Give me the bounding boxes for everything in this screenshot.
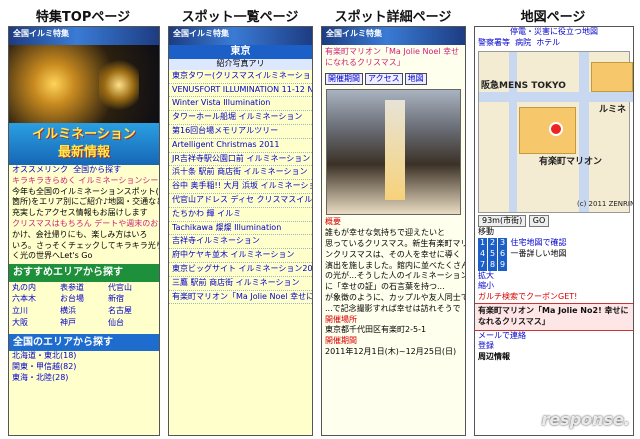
period-heading: 開催期間 bbox=[325, 336, 357, 346]
spot-list: 東京タワー(クリスマスイルミネーション2011) VENUSFORT ILLUM… bbox=[169, 70, 312, 305]
spot-link[interactable]: 浜十条 駅前 商店街 イルミネーション bbox=[169, 166, 312, 181]
region-link[interactable]: 東海・北陸(28) bbox=[9, 373, 159, 384]
go-button[interactable]: GO bbox=[528, 214, 550, 228]
spot-link[interactable]: 府中ケヤキ並木 イルミネーション bbox=[169, 249, 312, 263]
area-link[interactable]: 名古屋 bbox=[108, 306, 156, 317]
area-link[interactable]: 新宿 bbox=[108, 294, 156, 305]
hospital-link[interactable]: 病院 bbox=[515, 38, 531, 47]
mail-link[interactable]: メールで連絡 bbox=[475, 331, 633, 342]
spot-link[interactable]: 三鷹 駅前 商店街 イルミネーション bbox=[169, 277, 312, 291]
place-heading: 開催場所 bbox=[325, 314, 357, 324]
tab-period[interactable]: 開催期間 bbox=[325, 72, 363, 86]
map-copyright: (c) 2011 ZENRIN bbox=[577, 199, 634, 208]
area-link[interactable]: 六本木 bbox=[12, 294, 60, 305]
area-link[interactable]: 表参道 bbox=[60, 283, 108, 294]
area-link[interactable]: 立川 bbox=[12, 306, 60, 317]
zoom-out-link[interactable]: 縮小 bbox=[475, 281, 633, 292]
spot-link[interactable]: Tachikawa 燦燦 Illumination bbox=[169, 222, 312, 236]
area-link[interactable]: 代官山 bbox=[108, 283, 156, 294]
spot-link[interactable]: 東京ビッグサイト イルミネーション2011 bbox=[169, 263, 312, 277]
map-view[interactable]: 阪急MENS TOKYO 有楽町マリオン ルミネ (c) 2011 ZENRIN bbox=[478, 50, 633, 213]
spot-link[interactable]: 東京タワー(クリスマスイルミネーション2011) bbox=[169, 70, 312, 84]
region-link[interactable]: 関東・甲信越(82) bbox=[9, 362, 159, 373]
spot-link[interactable]: 谷中 奥手稲!! 大月 浜坂 イルミネーション bbox=[169, 180, 312, 194]
detail-map-note: 一番詳しい地図 bbox=[510, 248, 567, 258]
spot-link[interactable]: 第16回台場メモリアルツリー bbox=[169, 125, 312, 139]
spot-link[interactable]: 吉祥寺イルミネーション bbox=[169, 235, 312, 250]
housing-map-link[interactable]: 住宅地図で確認 bbox=[511, 238, 567, 247]
headline: イルミネーション 最新情報 bbox=[9, 123, 159, 165]
photo-legend: 紹介写真アリ bbox=[169, 59, 312, 70]
link-recommend[interactable]: オススメリンク bbox=[12, 165, 68, 174]
map-label: 阪急MENS TOKYO bbox=[481, 80, 566, 91]
tab-access[interactable]: アクセス bbox=[365, 72, 403, 86]
panel-feature-top: 全国イルミ特集 イルミネーション 最新情報 オススメリンク 全国から探す キラキ… bbox=[8, 26, 160, 436]
feature-banner[interactable]: 全国イルミ特集 bbox=[169, 27, 312, 45]
link-search-all[interactable]: 全国から探す bbox=[73, 165, 121, 174]
spot-link[interactable]: Winter Vista Illumination bbox=[169, 97, 312, 112]
move-key[interactable]: 1 bbox=[478, 238, 487, 249]
spot-link[interactable]: たちかわ 輝 イルミ bbox=[169, 208, 312, 222]
illumination-photo bbox=[9, 45, 159, 123]
region-link[interactable]: 北海道・東北(18) bbox=[9, 351, 159, 362]
map-label: ルミネ bbox=[599, 104, 627, 115]
move-label: 移動 bbox=[478, 227, 494, 237]
caption-list: スポット一覧ページ bbox=[181, 10, 299, 25]
zoom-in-link[interactable]: 拡大 bbox=[475, 271, 633, 282]
feature-banner[interactable]: 全国イルミ特集 bbox=[9, 27, 159, 45]
period-value: 2011年12月1日(木)~12月25日(日) bbox=[325, 346, 457, 356]
caption-top: 特集TOPページ bbox=[35, 10, 131, 25]
spot-link[interactable]: タワーホール船堀 イルミネーション bbox=[169, 111, 312, 125]
move-key[interactable]: 8 bbox=[488, 259, 497, 271]
spot-photo bbox=[326, 89, 461, 216]
caption-map: 地図ページ bbox=[520, 10, 586, 25]
police-link[interactable]: 警察署等 bbox=[478, 38, 510, 47]
spot-link[interactable]: Artelligent Christmas 2011 bbox=[169, 139, 312, 153]
area-link[interactable]: 大阪 bbox=[12, 318, 60, 329]
location-pin-icon bbox=[549, 121, 563, 136]
hotel-link[interactable]: ホテル bbox=[536, 38, 560, 47]
spot-link[interactable]: JR吉祥寺駅公園口前 イルミネーション bbox=[169, 153, 312, 167]
nearby-heading: 周辺情報 bbox=[478, 352, 510, 362]
move-key[interactable]: 5 bbox=[488, 248, 497, 260]
panel-spot-list: 全国イルミ特集 東京 紹介写真アリ 東京タワー(クリスマスイルミネーション201… bbox=[168, 26, 313, 436]
watermark: response. bbox=[541, 410, 630, 429]
caption-detail: スポット詳細ページ bbox=[334, 10, 452, 25]
tab-map[interactable]: 地図 bbox=[404, 72, 427, 86]
spot-link[interactable]: 有楽町マリオン「Ma Jolie Noel 幸せになれるクリスマス」 bbox=[169, 291, 312, 305]
move-key[interactable]: 2 bbox=[488, 238, 497, 249]
spot-banner[interactable]: 有楽町マリオン「Ma Jolie No2! 幸せになれるクリスマス」 bbox=[475, 302, 633, 331]
spot-link[interactable]: VENUSFORT ILLUMINATION 11-12 Night Venus… bbox=[169, 84, 312, 98]
area-link[interactable]: 神戸 bbox=[60, 318, 108, 329]
map-label: 有楽町マリオン bbox=[539, 156, 603, 167]
coupon-link[interactable]: ガルチ検索でクーポンGET! bbox=[475, 292, 633, 303]
move-key[interactable]: 9 bbox=[498, 259, 507, 271]
scale-select[interactable]: 93m(市街) bbox=[478, 214, 527, 228]
area-link[interactable]: 横浜 bbox=[60, 306, 108, 317]
detail-tabs: 開催期間 アクセス 地図 bbox=[322, 71, 465, 88]
section-all-areas: 全国のエリアから探す bbox=[9, 333, 159, 352]
panel-spot-detail: 全国イルミ特集 有楽町マリオン「Ma Jolie Noel 幸せになれるクリスマ… bbox=[321, 26, 466, 436]
panel-map: 停電・災害に役立つ地図 警察署等 病院 ホテル 阪急MENS TOKYO 有楽町… bbox=[474, 26, 634, 436]
city-header: 東京 bbox=[169, 45, 312, 59]
place-value: 東京都千代田区有楽町2-5-1 bbox=[325, 325, 427, 335]
spot-title: 有楽町マリオン「Ma Jolie Noel 幸せになれるクリスマス」 bbox=[325, 47, 460, 67]
move-key[interactable]: 7 bbox=[478, 259, 487, 271]
feature-banner[interactable]: 全国イルミ特集 bbox=[322, 27, 465, 45]
disaster-map-link[interactable]: 停電・災害に役立つ地図 bbox=[475, 27, 633, 38]
area-link[interactable]: お台場 bbox=[60, 294, 108, 305]
move-key[interactable]: 6 bbox=[498, 248, 507, 260]
area-grid: 丸の内 表参道 代官山 六本木 お台場 新宿 立川 横浜 名古屋 大阪 神戸 仙… bbox=[9, 282, 159, 330]
move-key[interactable]: 3 bbox=[498, 238, 507, 249]
overview-heading: 概要 bbox=[325, 217, 341, 227]
move-key[interactable]: 4 bbox=[478, 248, 487, 260]
area-link[interactable]: 仙台 bbox=[108, 318, 156, 329]
area-link[interactable]: 丸の内 bbox=[12, 283, 60, 294]
section-recommended-areas: おすすめエリアから探す bbox=[9, 264, 159, 282]
spot-link[interactable]: 代官山アドレス ディセ クリスマスイルミネーション bbox=[169, 194, 312, 208]
register-link[interactable]: 登録 bbox=[475, 341, 633, 352]
